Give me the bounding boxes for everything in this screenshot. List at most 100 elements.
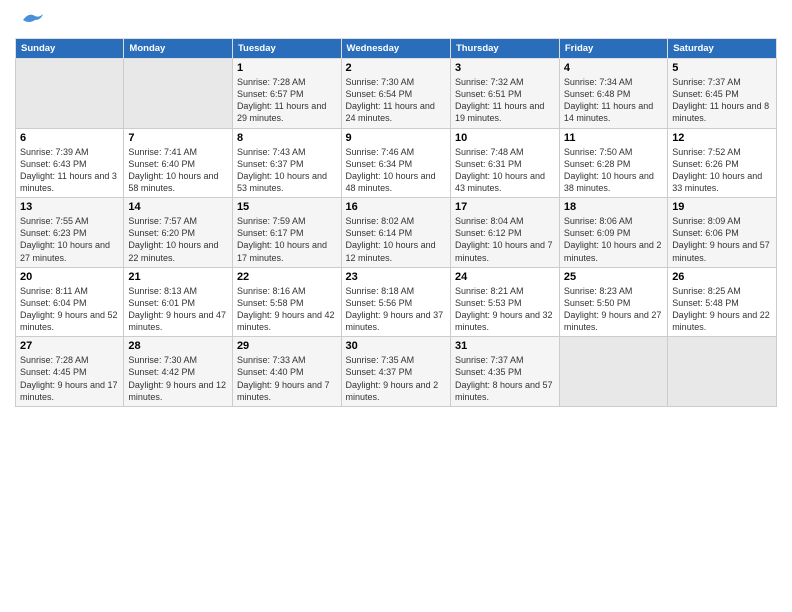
sunset-label: Sunset: 4:37 PM (346, 367, 413, 377)
logo-bird-icon (19, 10, 47, 30)
daylight-label: Daylight: 9 hours and 27 minutes. (564, 310, 662, 332)
sunset-label: Sunset: 5:53 PM (455, 298, 522, 308)
daylight-label: Daylight: 9 hours and 7 minutes. (237, 380, 330, 402)
day-number: 24 (455, 271, 555, 283)
sunrise-label: Sunrise: 7:32 AM (455, 77, 524, 87)
daylight-label: Daylight: 11 hours and 14 minutes. (564, 101, 653, 123)
daylight-label: Daylight: 11 hours and 19 minutes. (455, 101, 544, 123)
day-number: 27 (20, 340, 119, 352)
sunrise-label: Sunrise: 8:25 AM (672, 286, 741, 296)
daylight-label: Daylight: 10 hours and 17 minutes. (237, 240, 327, 262)
day-info: Sunrise: 7:43 AM Sunset: 6:37 PM Dayligh… (237, 146, 337, 195)
sunset-label: Sunset: 6:40 PM (128, 159, 195, 169)
day-info: Sunrise: 7:34 AM Sunset: 6:48 PM Dayligh… (564, 76, 663, 125)
day-info: Sunrise: 8:23 AM Sunset: 5:50 PM Dayligh… (564, 285, 663, 334)
daylight-label: Daylight: 10 hours and 33 minutes. (672, 171, 762, 193)
day-info: Sunrise: 8:18 AM Sunset: 5:56 PM Dayligh… (346, 285, 446, 334)
day-number: 14 (128, 201, 228, 213)
calendar-cell: 5 Sunrise: 7:37 AM Sunset: 6:45 PM Dayli… (668, 59, 777, 129)
sunset-label: Sunset: 4:45 PM (20, 367, 87, 377)
sunrise-label: Sunrise: 7:48 AM (455, 147, 524, 157)
calendar-cell: 27 Sunrise: 7:28 AM Sunset: 4:45 PM Dayl… (16, 337, 124, 407)
sunset-label: Sunset: 6:04 PM (20, 298, 87, 308)
calendar-cell: 11 Sunrise: 7:50 AM Sunset: 6:28 PM Dayl… (559, 128, 667, 198)
day-number: 18 (564, 201, 663, 213)
sunrise-label: Sunrise: 7:55 AM (20, 216, 89, 226)
sunrise-label: Sunrise: 7:37 AM (455, 355, 524, 365)
day-number: 19 (672, 201, 772, 213)
calendar-cell: 3 Sunrise: 7:32 AM Sunset: 6:51 PM Dayli… (450, 59, 559, 129)
day-number: 12 (672, 132, 772, 144)
day-info: Sunrise: 7:32 AM Sunset: 6:51 PM Dayligh… (455, 76, 555, 125)
day-info: Sunrise: 7:59 AM Sunset: 6:17 PM Dayligh… (237, 215, 337, 264)
daylight-label: Daylight: 9 hours and 57 minutes. (672, 240, 770, 262)
day-info: Sunrise: 8:21 AM Sunset: 5:53 PM Dayligh… (455, 285, 555, 334)
calendar-cell: 12 Sunrise: 7:52 AM Sunset: 6:26 PM Dayl… (668, 128, 777, 198)
sunrise-label: Sunrise: 7:57 AM (128, 216, 197, 226)
daylight-label: Daylight: 10 hours and 2 minutes. (564, 240, 662, 262)
day-info: Sunrise: 8:16 AM Sunset: 5:58 PM Dayligh… (237, 285, 337, 334)
day-info: Sunrise: 7:48 AM Sunset: 6:31 PM Dayligh… (455, 146, 555, 195)
calendar-cell: 17 Sunrise: 8:04 AM Sunset: 6:12 PM Dayl… (450, 198, 559, 268)
daylight-label: Daylight: 9 hours and 42 minutes. (237, 310, 335, 332)
daylight-label: Daylight: 10 hours and 38 minutes. (564, 171, 654, 193)
sunset-label: Sunset: 4:40 PM (237, 367, 304, 377)
day-number: 4 (564, 62, 663, 74)
day-info: Sunrise: 7:37 AM Sunset: 4:35 PM Dayligh… (455, 354, 555, 403)
calendar-cell (559, 337, 667, 407)
day-info: Sunrise: 7:39 AM Sunset: 6:43 PM Dayligh… (20, 146, 119, 195)
sunset-label: Sunset: 6:23 PM (20, 228, 87, 238)
sunrise-label: Sunrise: 8:21 AM (455, 286, 524, 296)
calendar-header-friday: Friday (559, 39, 667, 59)
sunrise-label: Sunrise: 8:04 AM (455, 216, 524, 226)
calendar-cell: 2 Sunrise: 7:30 AM Sunset: 6:54 PM Dayli… (341, 59, 450, 129)
day-number: 5 (672, 62, 772, 74)
day-info: Sunrise: 8:06 AM Sunset: 6:09 PM Dayligh… (564, 215, 663, 264)
calendar-cell: 21 Sunrise: 8:13 AM Sunset: 6:01 PM Dayl… (124, 267, 233, 337)
day-info: Sunrise: 7:46 AM Sunset: 6:34 PM Dayligh… (346, 146, 446, 195)
calendar-header-sunday: Sunday (16, 39, 124, 59)
day-info: Sunrise: 7:50 AM Sunset: 6:28 PM Dayligh… (564, 146, 663, 195)
day-info: Sunrise: 8:11 AM Sunset: 6:04 PM Dayligh… (20, 285, 119, 334)
sunrise-label: Sunrise: 7:34 AM (564, 77, 633, 87)
page-header (15, 10, 777, 30)
calendar-cell: 24 Sunrise: 8:21 AM Sunset: 5:53 PM Dayl… (450, 267, 559, 337)
day-number: 6 (20, 132, 119, 144)
day-info: Sunrise: 7:28 AM Sunset: 4:45 PM Dayligh… (20, 354, 119, 403)
day-info: Sunrise: 8:13 AM Sunset: 6:01 PM Dayligh… (128, 285, 228, 334)
sunset-label: Sunset: 6:17 PM (237, 228, 304, 238)
sunset-label: Sunset: 6:01 PM (128, 298, 195, 308)
sunset-label: Sunset: 4:42 PM (128, 367, 195, 377)
day-number: 20 (20, 271, 119, 283)
sunrise-label: Sunrise: 7:50 AM (564, 147, 633, 157)
sunset-label: Sunset: 6:37 PM (237, 159, 304, 169)
daylight-label: Daylight: 10 hours and 58 minutes. (128, 171, 218, 193)
calendar-week-row: 1 Sunrise: 7:28 AM Sunset: 6:57 PM Dayli… (16, 59, 777, 129)
day-number: 13 (20, 201, 119, 213)
calendar-cell: 19 Sunrise: 8:09 AM Sunset: 6:06 PM Dayl… (668, 198, 777, 268)
calendar-cell: 30 Sunrise: 7:35 AM Sunset: 4:37 PM Dayl… (341, 337, 450, 407)
calendar-table: SundayMondayTuesdayWednesdayThursdayFrid… (15, 38, 777, 407)
daylight-label: Daylight: 10 hours and 22 minutes. (128, 240, 218, 262)
sunrise-label: Sunrise: 7:43 AM (237, 147, 306, 157)
calendar-header-monday: Monday (124, 39, 233, 59)
sunrise-label: Sunrise: 7:37 AM (672, 77, 741, 87)
day-info: Sunrise: 8:04 AM Sunset: 6:12 PM Dayligh… (455, 215, 555, 264)
calendar-header-wednesday: Wednesday (341, 39, 450, 59)
day-info: Sunrise: 7:52 AM Sunset: 6:26 PM Dayligh… (672, 146, 772, 195)
daylight-label: Daylight: 10 hours and 43 minutes. (455, 171, 545, 193)
sunrise-label: Sunrise: 7:28 AM (237, 77, 306, 87)
sunrise-label: Sunrise: 8:23 AM (564, 286, 633, 296)
day-number: 16 (346, 201, 446, 213)
calendar-cell: 23 Sunrise: 8:18 AM Sunset: 5:56 PM Dayl… (341, 267, 450, 337)
calendar-cell (668, 337, 777, 407)
sunset-label: Sunset: 5:56 PM (346, 298, 413, 308)
calendar-cell: 10 Sunrise: 7:48 AM Sunset: 6:31 PM Dayl… (450, 128, 559, 198)
calendar-cell: 15 Sunrise: 7:59 AM Sunset: 6:17 PM Dayl… (232, 198, 341, 268)
day-info: Sunrise: 7:28 AM Sunset: 6:57 PM Dayligh… (237, 76, 337, 125)
calendar-cell: 13 Sunrise: 7:55 AM Sunset: 6:23 PM Dayl… (16, 198, 124, 268)
daylight-label: Daylight: 9 hours and 2 minutes. (346, 380, 439, 402)
day-info: Sunrise: 7:35 AM Sunset: 4:37 PM Dayligh… (346, 354, 446, 403)
calendar-cell (124, 59, 233, 129)
calendar-cell: 18 Sunrise: 8:06 AM Sunset: 6:09 PM Dayl… (559, 198, 667, 268)
